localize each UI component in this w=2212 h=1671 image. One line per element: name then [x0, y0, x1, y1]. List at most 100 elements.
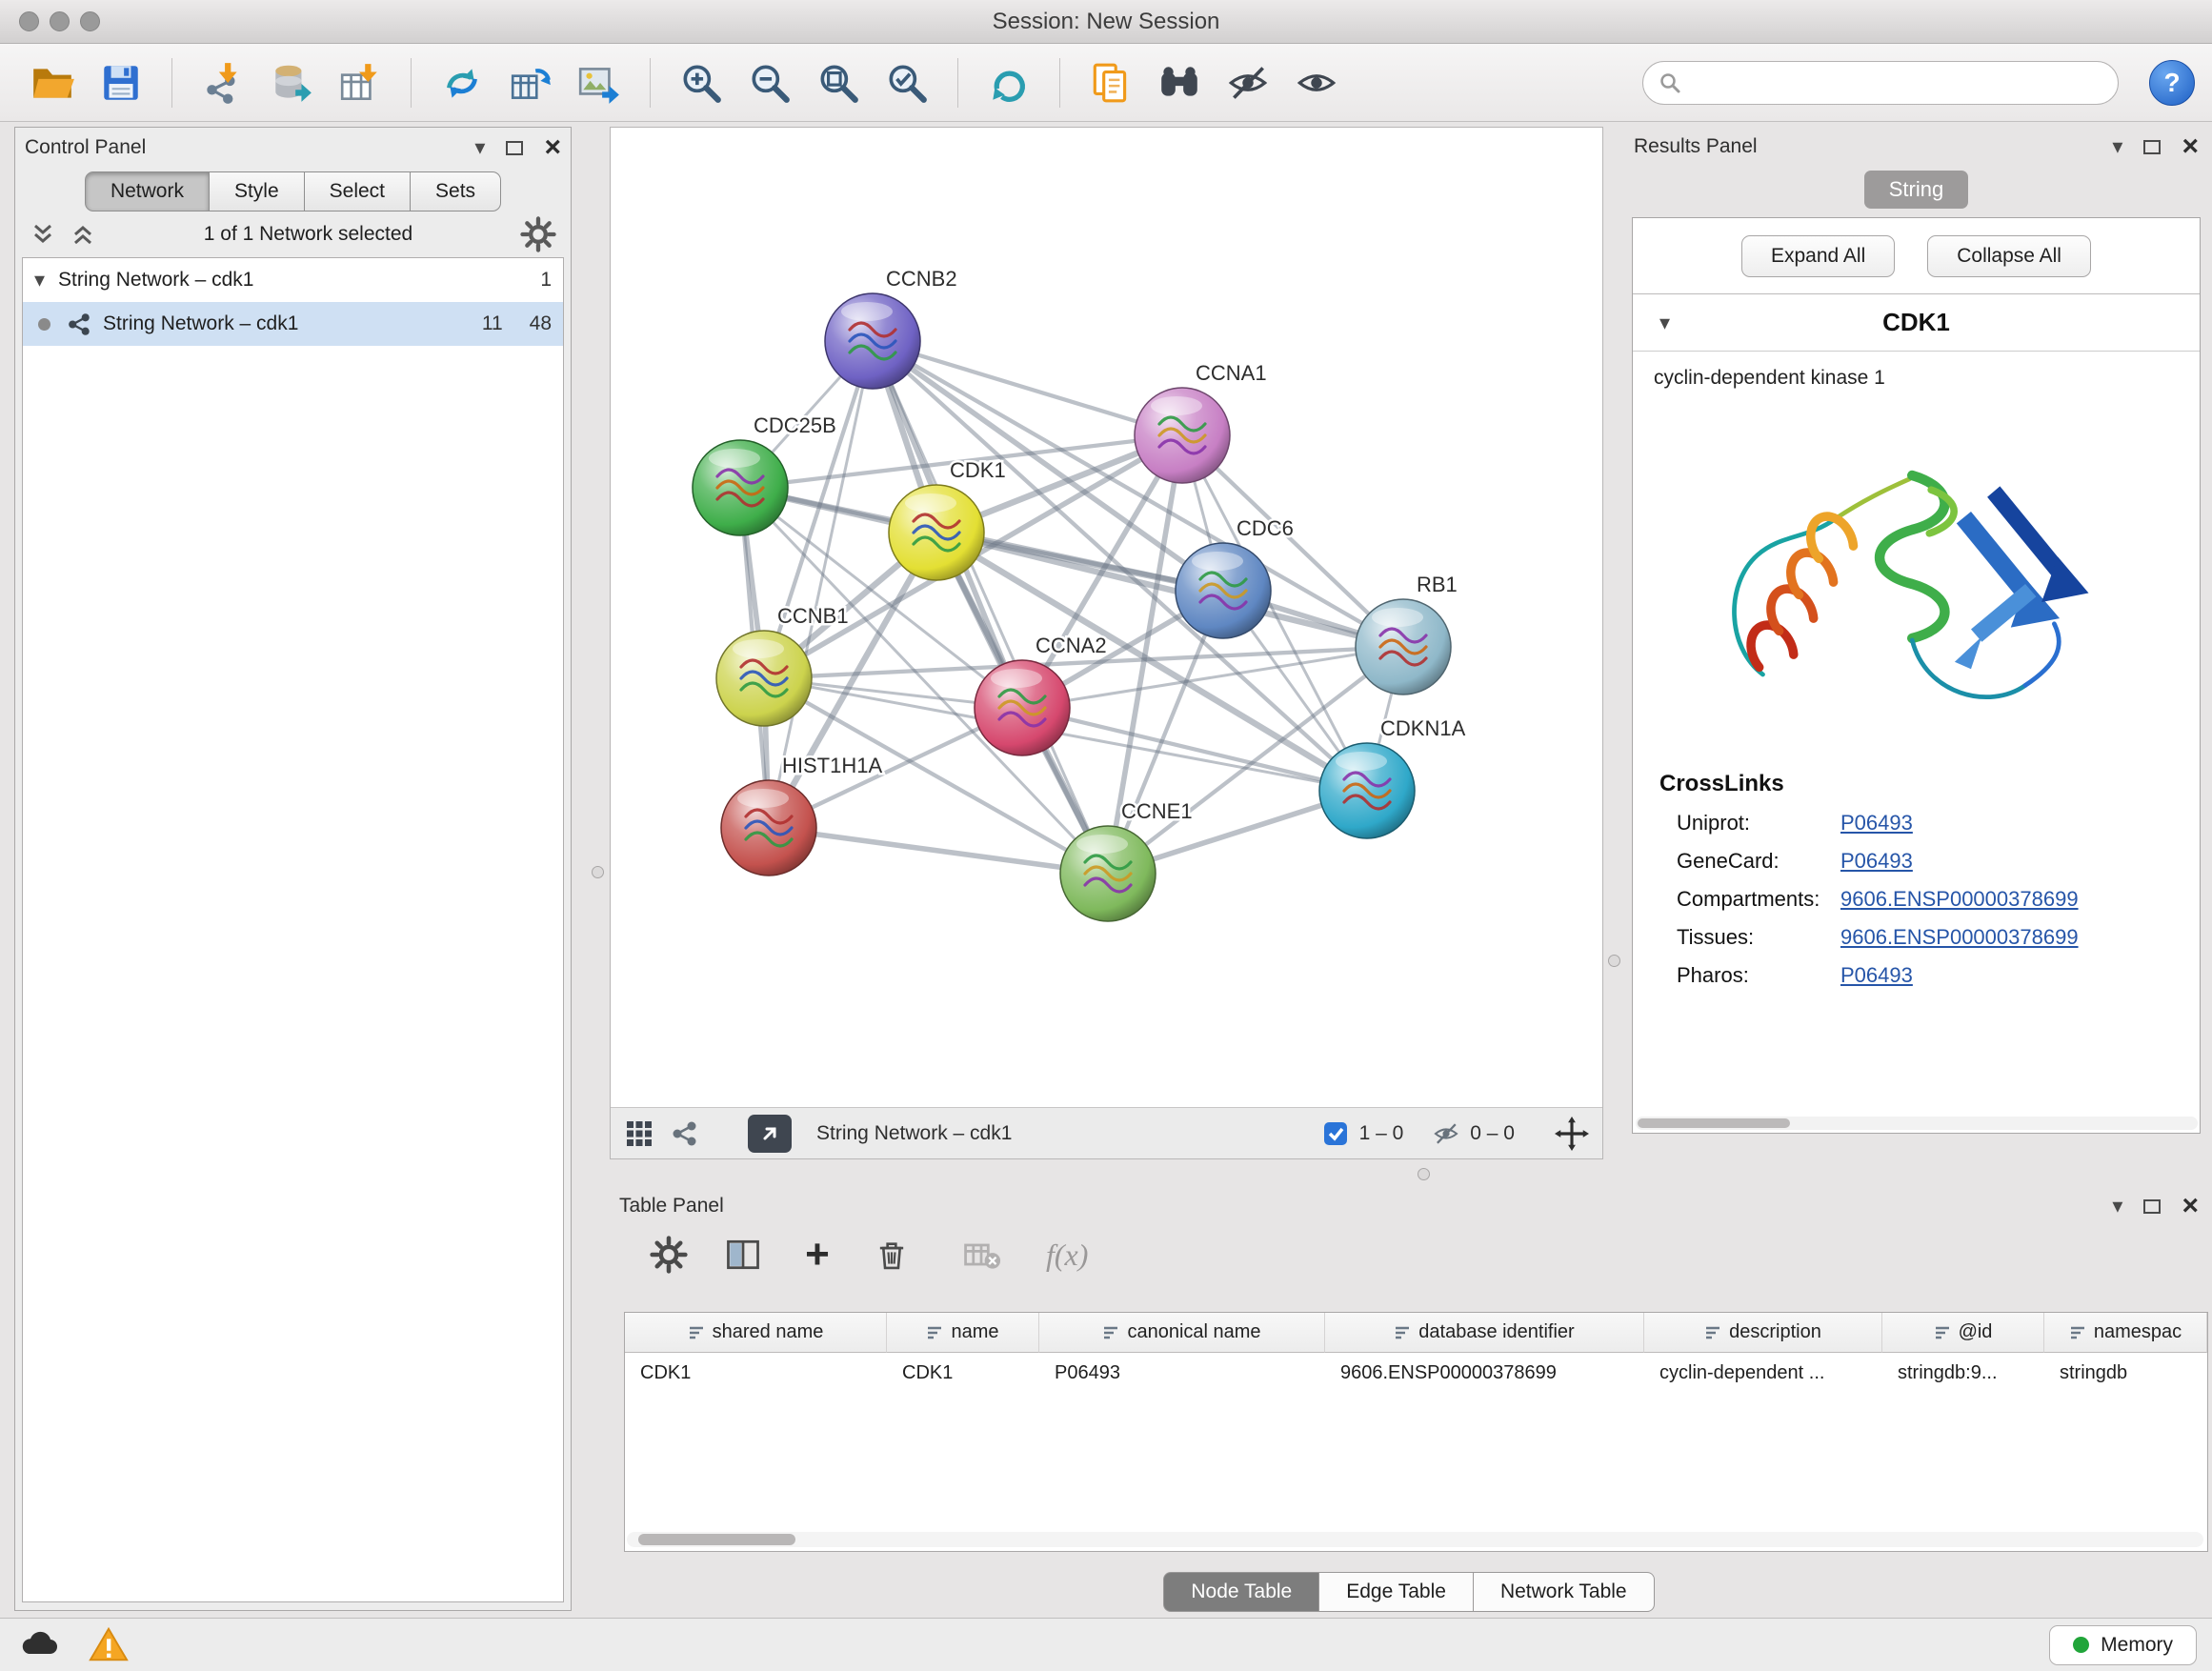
create-network-from-table-button[interactable]: [503, 55, 558, 111]
network-selection-status: 1 of 1 Network selected: [97, 223, 519, 246]
save-session-button[interactable]: [93, 55, 149, 111]
collapse-all-icon[interactable]: [29, 220, 57, 249]
splitter-handle[interactable]: [1608, 955, 1620, 967]
tab-network[interactable]: Network: [85, 171, 210, 211]
search-network-button[interactable]: [1152, 55, 1207, 111]
splitter-handle[interactable]: [1418, 1168, 1430, 1180]
gene-disclosure-icon[interactable]: ▾: [1659, 312, 1670, 333]
network-row[interactable]: String Network – cdk1 11 48: [23, 302, 563, 346]
tab-node-table[interactable]: Node Table: [1163, 1572, 1319, 1612]
show-all-button[interactable]: [1289, 55, 1344, 111]
results-tab-string[interactable]: String: [1864, 171, 1968, 209]
help-button[interactable]: ?: [2149, 60, 2195, 106]
apply-layout-button[interactable]: [981, 55, 1036, 111]
delete-column-button[interactable]: [869, 1232, 915, 1278]
toolbar-search[interactable]: [1642, 61, 2119, 105]
tissues-link[interactable]: 9606.ENSP00000378699: [1840, 925, 2079, 950]
import-network-from-database-button[interactable]: [264, 55, 319, 111]
network-canvas[interactable]: CCNB2CCNA1CDC25BCDK1CDC6RB1CCNB1CCNA2CDK…: [611, 128, 1602, 1107]
function-builder-button[interactable]: f(x): [1046, 1238, 1088, 1273]
network-node-RB1[interactable]: RB1: [1356, 573, 1458, 695]
import-network-from-file-button[interactable]: [195, 55, 251, 111]
collapse-all-button[interactable]: Collapse All: [1927, 235, 2091, 277]
cell-shared-name[interactable]: CDK1: [625, 1353, 887, 1393]
create-column-button[interactable]: +: [794, 1232, 840, 1278]
table-panel-menu-icon[interactable]: ▾: [2112, 1196, 2122, 1217]
column-header-namespace[interactable]: namespac: [2044, 1313, 2207, 1353]
open-session-button[interactable]: [25, 55, 80, 111]
table-row[interactable]: CDK1 CDK1 P06493 9606.ENSP00000378699 cy…: [625, 1353, 2207, 1393]
table-panel-close-icon[interactable]: ×: [2182, 1192, 2199, 1220]
birds-eye-view-button[interactable]: [748, 1115, 792, 1153]
network-node-CDKN1A[interactable]: CDKN1A: [1319, 716, 1466, 838]
expand-all-icon[interactable]: [69, 220, 97, 249]
network-node-HIST1H1A[interactable]: HIST1H1A: [721, 754, 882, 876]
hide-selected-button[interactable]: [1220, 55, 1276, 111]
cell-database-identifier[interactable]: 9606.ENSP00000378699: [1325, 1353, 1644, 1393]
tab-sets[interactable]: Sets: [411, 171, 501, 211]
column-header-description[interactable]: description: [1644, 1313, 1882, 1353]
column-header-database-identifier[interactable]: database identifier: [1325, 1313, 1644, 1353]
collection-disclosure-icon[interactable]: ▾: [34, 270, 45, 291]
cell-canonical-name[interactable]: P06493: [1039, 1353, 1325, 1393]
zoom-window-button[interactable]: [80, 11, 100, 31]
network-node-CCNB1[interactable]: CCNB1: [716, 604, 849, 726]
tab-edge-table[interactable]: Edge Table: [1319, 1572, 1474, 1612]
cell-name[interactable]: CDK1: [887, 1353, 1039, 1393]
network-icon: [66, 312, 91, 337]
zoom-in-icon: [678, 60, 724, 106]
tab-network-table[interactable]: Network Table: [1474, 1572, 1655, 1612]
cell-namespace[interactable]: stringdb: [2044, 1353, 2207, 1393]
table-panel-float-icon[interactable]: [2143, 1199, 2161, 1214]
open-report-button[interactable]: [1083, 55, 1138, 111]
minimize-window-button[interactable]: [50, 11, 70, 31]
tab-style[interactable]: Style: [210, 171, 305, 211]
results-panel-menu-icon[interactable]: ▾: [2112, 136, 2122, 157]
control-panel-float-icon[interactable]: [506, 141, 523, 155]
column-header-id[interactable]: @id: [1882, 1313, 2044, 1353]
zoom-fit-button[interactable]: [811, 55, 866, 111]
grid-view-icon[interactable]: [624, 1118, 654, 1149]
network-node-CCNB2[interactable]: CCNB2: [825, 267, 957, 389]
network-view-icon[interactable]: [670, 1119, 698, 1148]
tab-select[interactable]: Select: [305, 171, 411, 211]
expand-all-button[interactable]: Expand All: [1741, 235, 1895, 277]
column-header-shared-name[interactable]: shared name: [625, 1313, 887, 1353]
memory-button[interactable]: Memory: [2049, 1625, 2197, 1665]
clone-network-button[interactable]: [434, 55, 490, 111]
gene-section-header[interactable]: ▾ CDK1: [1633, 294, 2200, 352]
cloud-status-button[interactable]: [15, 1622, 61, 1668]
warnings-button[interactable]: [86, 1622, 131, 1668]
table-settings-button[interactable]: [646, 1232, 692, 1278]
show-columns-button[interactable]: [720, 1232, 766, 1278]
column-header-canonical-name[interactable]: canonical name: [1039, 1313, 1325, 1353]
pharos-link[interactable]: P06493: [1840, 963, 1913, 988]
selected-checkbox-icon[interactable]: [1321, 1119, 1350, 1148]
splitter-handle[interactable]: [592, 866, 604, 878]
network-node-CCNA1[interactable]: CCNA1: [1135, 361, 1267, 483]
search-input[interactable]: [1691, 71, 2102, 94]
control-panel-close-icon[interactable]: ×: [544, 133, 561, 162]
results-horizontal-scrollbar[interactable]: [1636, 1117, 2198, 1130]
cell-description[interactable]: cyclin-dependent ...: [1644, 1353, 1882, 1393]
pan-crosshair-icon[interactable]: [1555, 1117, 1589, 1151]
column-header-name[interactable]: name: [887, 1313, 1039, 1353]
zoom-selected-button[interactable]: [879, 55, 935, 111]
cell-id[interactable]: stringdb:9...: [1882, 1353, 2044, 1393]
delete-table-button[interactable]: [958, 1232, 1004, 1278]
hidden-eye-slash-icon[interactable]: [1432, 1119, 1460, 1148]
network-collection-row[interactable]: ▾ String Network – cdk1 1: [23, 258, 563, 302]
zoom-in-button[interactable]: [674, 55, 729, 111]
results-panel-close-icon[interactable]: ×: [2182, 132, 2199, 161]
gear-icon[interactable]: [519, 215, 557, 253]
control-panel-menu-icon[interactable]: ▾: [474, 137, 485, 158]
zoom-out-button[interactable]: [742, 55, 797, 111]
results-panel-float-icon[interactable]: [2143, 140, 2161, 154]
table-horizontal-scrollbar[interactable]: [627, 1532, 2203, 1547]
import-table-from-file-button[interactable]: [332, 55, 388, 111]
genecard-link[interactable]: P06493: [1840, 849, 1913, 874]
export-image-button[interactable]: [572, 55, 627, 111]
close-window-button[interactable]: [19, 11, 39, 31]
compartments-link[interactable]: 9606.ENSP00000378699: [1840, 887, 2079, 912]
uniprot-link[interactable]: P06493: [1840, 811, 1913, 836]
